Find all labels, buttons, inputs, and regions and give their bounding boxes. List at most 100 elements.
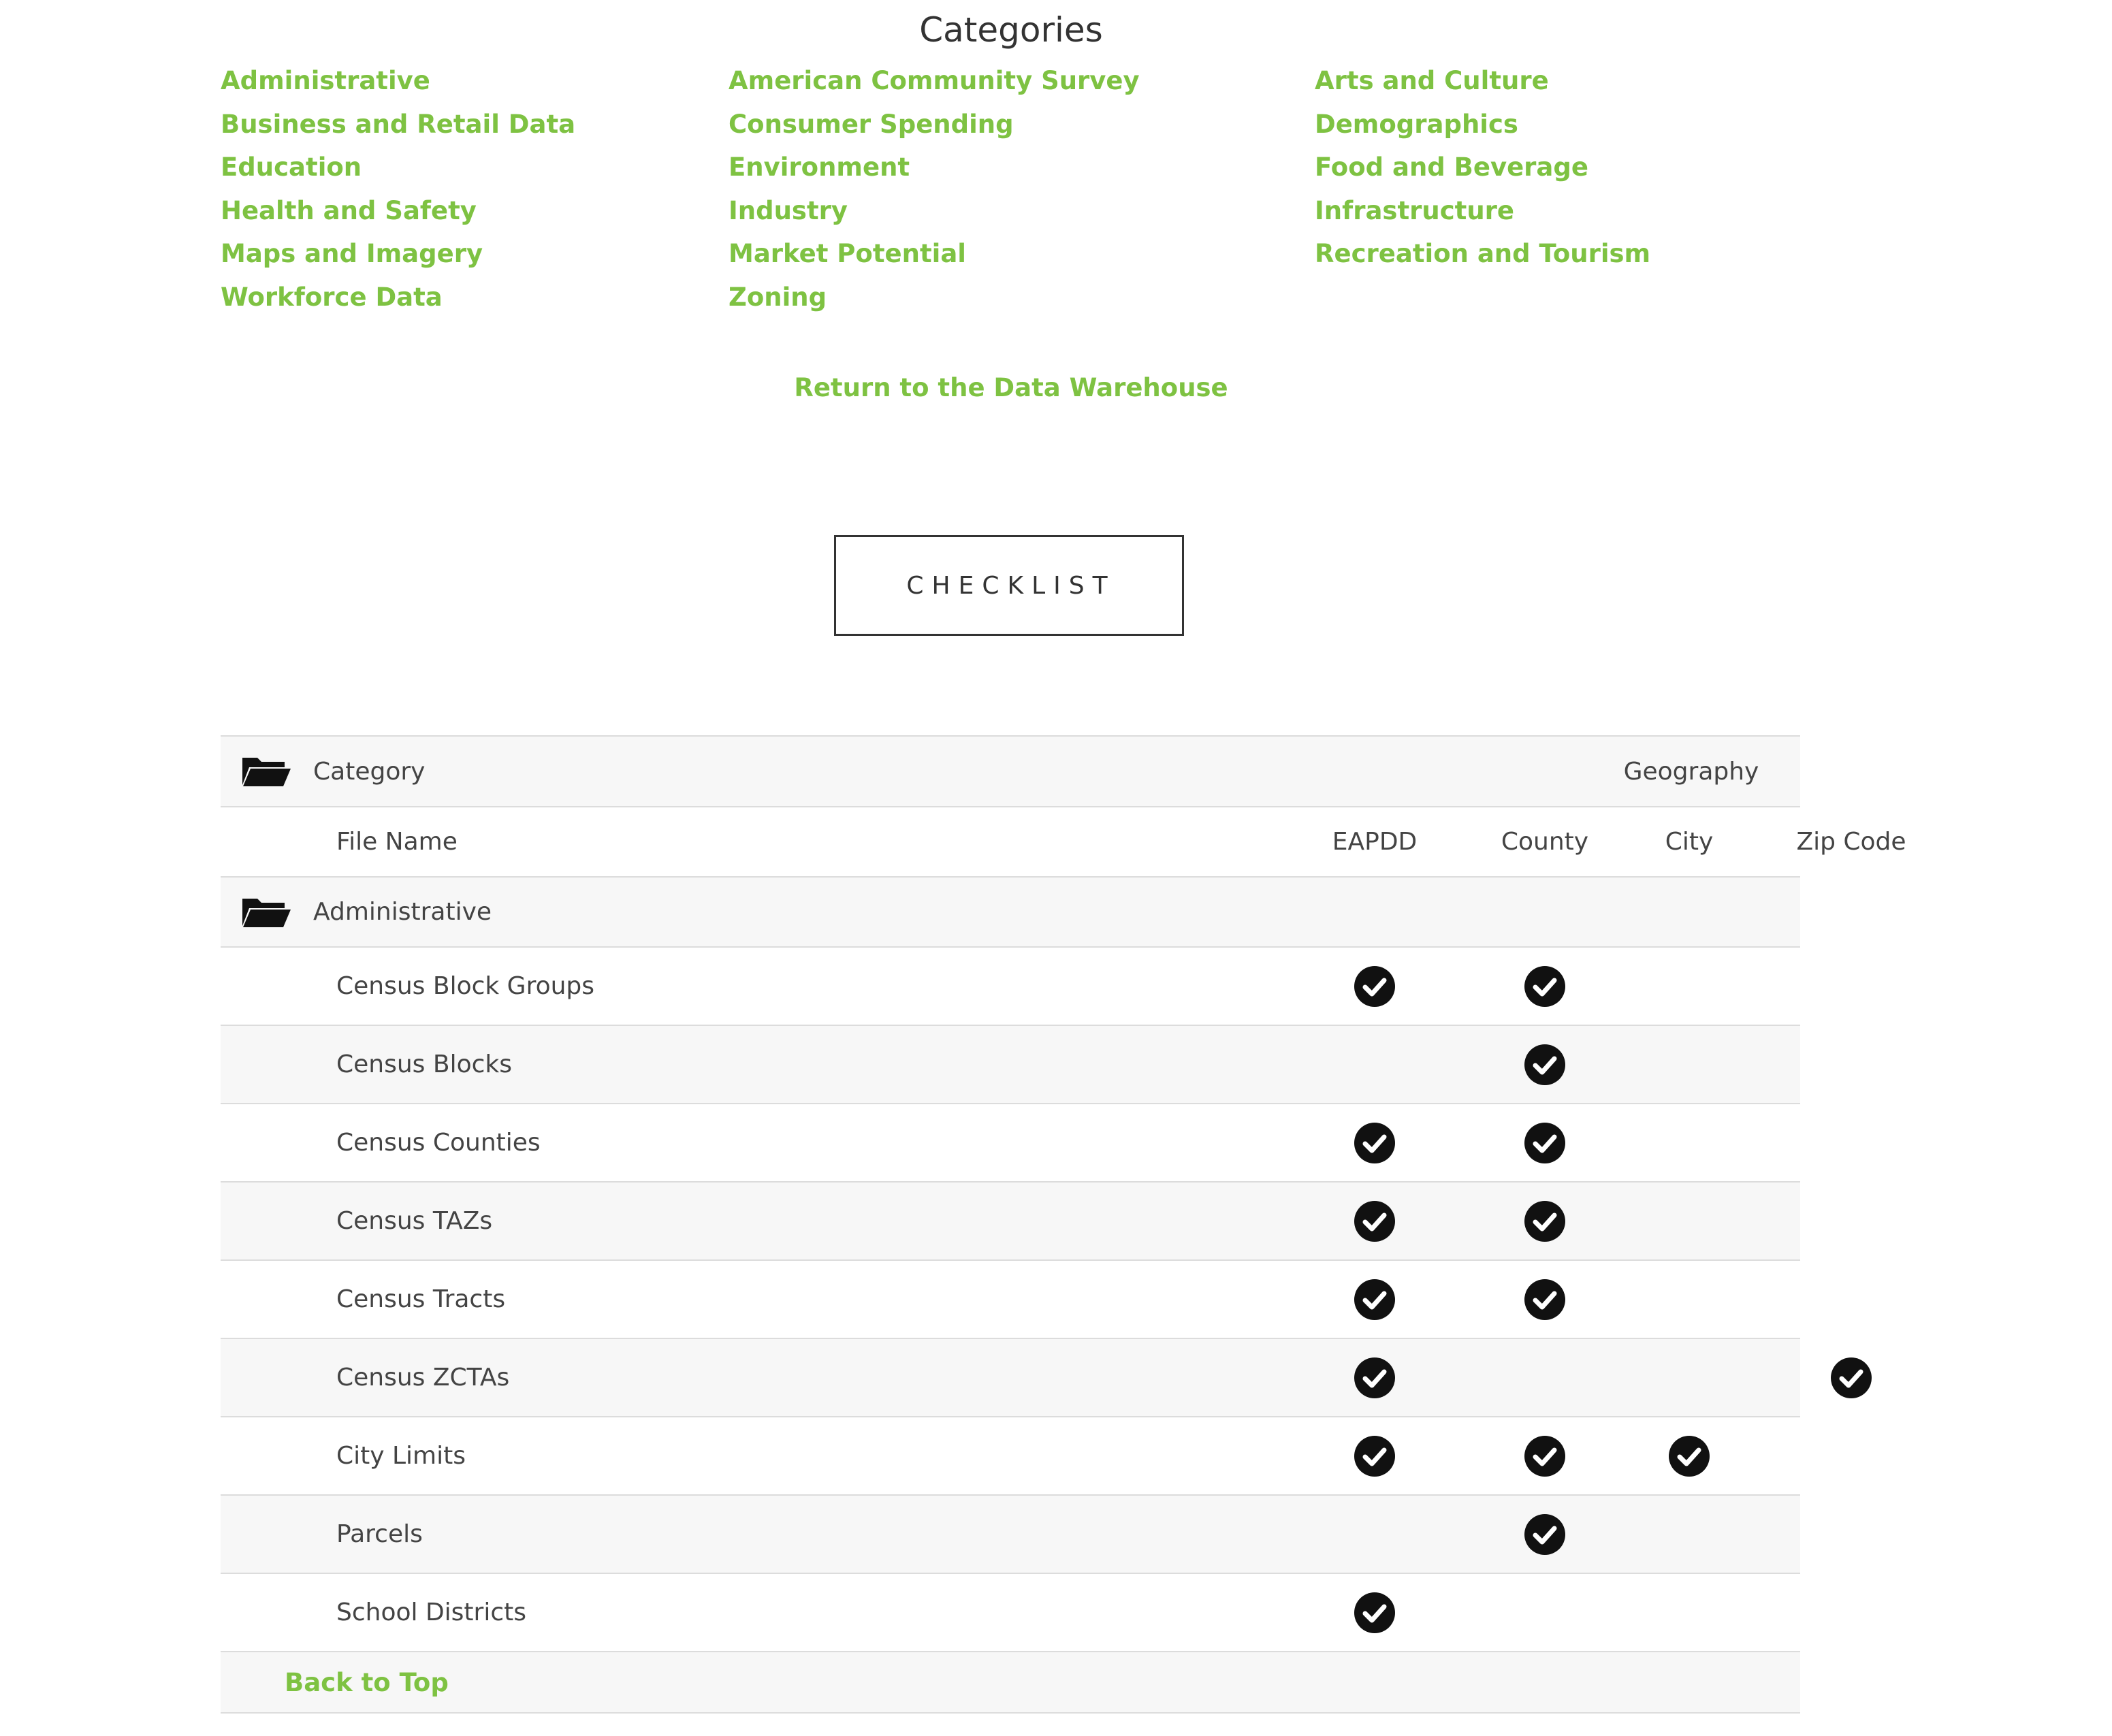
file-name-cell[interactable]: Parcels <box>336 1496 423 1573</box>
file-name-cell[interactable]: Census TAZs <box>336 1183 492 1259</box>
categories-column-3: Arts and Culture Demographics Food and B… <box>1315 63 1650 279</box>
category-link[interactable]: Arts and Culture <box>1315 63 1650 106</box>
city-cell <box>1625 1496 1754 1573</box>
category-link[interactable]: Education <box>221 149 575 193</box>
eapdd-cell <box>1310 1261 1439 1338</box>
table-header-row: Category Geography <box>221 737 1800 807</box>
file-name-cell[interactable]: City Limits <box>336 1417 466 1494</box>
file-name-header: File Name <box>336 828 458 856</box>
categories-column-2: American Community Survey Consumer Spend… <box>729 63 1140 323</box>
zip-code-cell <box>1787 948 1916 1025</box>
county-cell <box>1480 948 1610 1025</box>
zip-code-cell <box>1787 1026 1916 1103</box>
check-circle-icon <box>1354 1200 1395 1242</box>
page-title: Categories <box>919 10 1103 50</box>
back-to-top-link[interactable]: Back to Top <box>285 1652 449 1712</box>
return-to-data-warehouse-link[interactable]: Return to the Data Warehouse <box>0 368 2022 408</box>
city-cell <box>1625 1026 1754 1103</box>
eapdd-header: EAPDD <box>1332 828 1418 856</box>
category-link[interactable]: American Community Survey <box>729 63 1140 106</box>
zip-code-header: Zip Code <box>1796 828 1906 856</box>
checklist-button[interactable]: CHECKLIST <box>834 535 1184 636</box>
folder-open-icon <box>242 758 291 786</box>
city-header: City <box>1665 828 1714 856</box>
file-name-cell[interactable]: Census Counties <box>336 1104 541 1181</box>
county-header: County <box>1501 828 1589 856</box>
table-row: Census ZCTAs <box>221 1339 1872 1417</box>
zip-code-cell <box>1787 1261 1916 1338</box>
check-circle-icon <box>1354 1357 1395 1398</box>
table-row: Census Counties <box>221 1104 1800 1183</box>
county-cell <box>1480 1496 1610 1573</box>
folder-open-icon <box>242 898 291 927</box>
category-link[interactable]: Infrastructure <box>1315 193 1650 236</box>
category-link[interactable]: Environment <box>729 149 1140 193</box>
county-cell <box>1480 1417 1610 1494</box>
checklist-table: Category Geography File Name EAPDD Count… <box>221 735 1906 1714</box>
check-circle-icon <box>1524 1279 1565 1320</box>
eapdd-cell <box>1310 1417 1439 1494</box>
check-circle-icon <box>1354 1122 1395 1163</box>
category-header: Category <box>313 757 426 786</box>
city-cell <box>1625 948 1754 1025</box>
eapdd-cell <box>1310 1339 1439 1416</box>
category-link[interactable]: Food and Beverage <box>1315 149 1650 193</box>
check-circle-icon <box>1524 1513 1565 1555</box>
check-circle-icon <box>1354 965 1395 1007</box>
category-link[interactable]: Recreation and Tourism <box>1315 236 1650 279</box>
file-name-cell[interactable]: Census ZCTAs <box>336 1339 509 1416</box>
category-link[interactable]: Market Potential <box>729 236 1140 279</box>
zip-code-cell <box>1787 1417 1916 1494</box>
check-circle-icon <box>1669 1435 1710 1477</box>
zip-code-cell <box>1787 1496 1916 1573</box>
category-link[interactable]: Industry <box>729 193 1140 236</box>
table-row: City Limits <box>221 1417 1800 1496</box>
categories-column-1: Administrative Business and Retail Data … <box>221 63 575 323</box>
category-link[interactable]: Health and Safety <box>221 193 575 236</box>
file-name-cell[interactable]: School Districts <box>336 1574 526 1651</box>
county-cell <box>1480 1026 1610 1103</box>
check-circle-icon <box>1524 1435 1565 1477</box>
check-circle-icon <box>1524 1200 1565 1242</box>
check-circle-icon <box>1524 1122 1565 1163</box>
check-circle-icon <box>1354 1592 1395 1633</box>
file-name-cell[interactable]: Census Blocks <box>336 1026 512 1103</box>
table-footer-row: Back to Top <box>221 1652 1800 1714</box>
check-circle-icon <box>1354 1435 1395 1477</box>
file-name-cell[interactable]: Census Block Groups <box>336 948 594 1025</box>
eapdd-cell <box>1310 1026 1439 1103</box>
table-row: Census Tracts <box>221 1261 1800 1339</box>
geography-header: Geography <box>1623 757 1759 786</box>
zip-code-cell <box>1787 1183 1916 1259</box>
city-cell <box>1625 1104 1754 1181</box>
check-circle-icon <box>1831 1357 1872 1398</box>
category-link[interactable]: Demographics <box>1315 106 1650 150</box>
table-row: Parcels <box>221 1496 1800 1574</box>
category-link[interactable]: Workforce Data <box>221 279 575 323</box>
table-row: Census TAZs <box>221 1183 1800 1261</box>
county-cell <box>1480 1261 1610 1338</box>
city-cell <box>1625 1261 1754 1338</box>
check-circle-icon <box>1354 1279 1395 1320</box>
category-row: Administrative <box>221 878 1800 948</box>
table-row: School Districts <box>221 1574 1800 1652</box>
eapdd-cell <box>1310 1496 1439 1573</box>
table-body: Census Block Groups Census Blocks Census C… <box>221 948 1872 1652</box>
category-row-label: Administrative <box>313 898 492 926</box>
county-cell <box>1480 1183 1610 1259</box>
city-cell <box>1625 1417 1754 1494</box>
category-link[interactable]: Zoning <box>729 279 1140 323</box>
category-link[interactable]: Administrative <box>221 63 575 106</box>
county-cell <box>1480 1104 1610 1181</box>
category-link[interactable]: Maps and Imagery <box>221 236 575 279</box>
eapdd-cell <box>1310 948 1439 1025</box>
category-link[interactable]: Business and Retail Data <box>221 106 575 150</box>
zip-code-cell <box>1787 1104 1916 1181</box>
county-cell <box>1480 1574 1610 1651</box>
check-circle-icon <box>1524 1044 1565 1085</box>
file-name-cell[interactable]: Census Tracts <box>336 1261 505 1338</box>
zip-code-cell <box>1787 1339 1916 1416</box>
table-row: Census Block Groups <box>221 948 1800 1026</box>
city-cell <box>1625 1183 1754 1259</box>
category-link[interactable]: Consumer Spending <box>729 106 1140 150</box>
